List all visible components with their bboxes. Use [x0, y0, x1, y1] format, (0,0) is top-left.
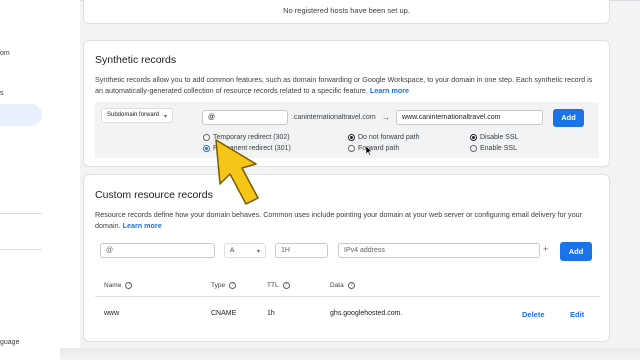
- synthetic-records-description: Synthetic records allow you to add commo…: [95, 74, 600, 96]
- do-not-forward-path-option[interactable]: Do not forward path: [348, 134, 419, 141]
- custom-records-description: Resource records define how your domain …: [95, 209, 600, 231]
- record-type-select[interactable]: Subdomain forward ▾: [101, 108, 173, 123]
- option-label: Enable SSL: [480, 145, 517, 152]
- sidebar: om s guage: [0, 0, 80, 360]
- header-label: Data: [330, 282, 344, 289]
- column-header-type: Type?: [211, 282, 237, 289]
- ttl-input[interactable]: 1H: [275, 243, 328, 258]
- edit-record-button[interactable]: Edit: [570, 310, 584, 319]
- sidebar-item-label[interactable]: s: [0, 90, 4, 97]
- disable-ssl-option[interactable]: Disable SSL: [470, 134, 519, 141]
- add-field-plus-icon[interactable]: +: [543, 244, 548, 254]
- sidebar-item-language[interactable]: guage: [0, 339, 19, 346]
- mouse-cursor-icon: [366, 146, 372, 156]
- option-label: Disable SSL: [480, 134, 519, 141]
- description-text: Synthetic records allow you to add commo…: [95, 75, 593, 95]
- record-type-cell: CNAME: [211, 310, 237, 317]
- custom-records-title: Custom resource records: [95, 189, 213, 201]
- data-input[interactable]: IPv4 address: [338, 243, 540, 258]
- enable-ssl-radio[interactable]: [470, 145, 477, 152]
- custom-records-card: Custom resource records Resource records…: [83, 174, 610, 342]
- help-icon[interactable]: ?: [125, 282, 133, 289]
- record-data-cell: ghs.googlehosted.com.: [330, 310, 403, 317]
- registered-hosts-card: No registered hosts have been set up.: [83, 0, 610, 24]
- synthetic-learn-more-link[interactable]: Learn more: [370, 86, 409, 95]
- column-header-data: Data?: [330, 282, 355, 289]
- option-label: Forward path: [358, 145, 400, 152]
- enable-ssl-option[interactable]: Enable SSL: [470, 145, 517, 152]
- description-text: Resource records define how your domain …: [95, 210, 582, 230]
- do-not-forward-path-radio[interactable]: [348, 134, 355, 141]
- forward-path-option[interactable]: Forward path: [348, 145, 399, 152]
- record-type-value: Subdomain forward: [107, 112, 160, 118]
- disable-ssl-radio[interactable]: [470, 134, 477, 141]
- destination-value: www.caninternationaltravel.com: [402, 114, 501, 121]
- sidebar-divider: [0, 249, 42, 250]
- ttl-placeholder: 1H: [281, 247, 290, 254]
- data-placeholder: IPv4 address: [344, 247, 385, 254]
- synthetic-add-button[interactable]: Add: [553, 109, 584, 127]
- header-label: Type: [211, 282, 226, 289]
- custom-learn-more-link[interactable]: Learn more: [123, 221, 162, 230]
- sidebar-item-label[interactable]: om: [0, 50, 10, 57]
- help-icon[interactable]: ?: [347, 282, 355, 289]
- bottom-fade: [60, 348, 640, 360]
- column-header-name: Name?: [104, 282, 133, 289]
- delete-record-button[interactable]: Delete: [522, 310, 545, 319]
- synthetic-record-form: Subdomain forward ▾ @ .caninternationalt…: [95, 102, 599, 158]
- table-divider: [95, 296, 600, 297]
- destination-input[interactable]: www.caninternationaltravel.com: [396, 110, 543, 125]
- domain-suffix: .caninternationaltravel.com: [292, 114, 376, 121]
- permanent-redirect-radio[interactable]: [203, 145, 210, 152]
- help-icon[interactable]: ?: [229, 282, 237, 289]
- chevron-down-icon: ▾: [256, 249, 260, 255]
- record-name-cell: www: [104, 310, 120, 317]
- type-value: A: [230, 247, 235, 254]
- no-hosts-message: No registered hosts have been set up.: [283, 6, 410, 15]
- column-header-ttl: TTL?: [267, 282, 290, 289]
- name-placeholder: @: [106, 247, 114, 254]
- arrow-pointer-icon: [215, 139, 259, 205]
- header-label: Name: [104, 282, 122, 289]
- record-ttl-cell: 1h: [267, 310, 275, 317]
- synthetic-records-title: Synthetic records: [95, 54, 177, 66]
- subdomain-input[interactable]: @: [202, 110, 288, 125]
- subdomain-value: @: [208, 114, 216, 121]
- sidebar-item-active[interactable]: [0, 104, 42, 126]
- option-label: Do not forward path: [358, 134, 420, 141]
- record-name-input[interactable]: @: [100, 243, 215, 258]
- forward-path-radio[interactable]: [348, 145, 355, 152]
- temporary-redirect-radio[interactable]: [203, 134, 210, 141]
- arrow-right-icon: →: [382, 113, 390, 122]
- custom-add-button[interactable]: Add: [560, 242, 592, 261]
- header-label: TTL: [267, 282, 279, 289]
- sidebar-divider: [0, 213, 42, 214]
- synthetic-records-card: Synthetic records Synthetic records allo…: [83, 40, 610, 167]
- chevron-down-icon: ▾: [163, 114, 167, 120]
- help-icon[interactable]: ?: [282, 282, 290, 289]
- record-type-dropdown[interactable]: A ▾: [224, 243, 266, 258]
